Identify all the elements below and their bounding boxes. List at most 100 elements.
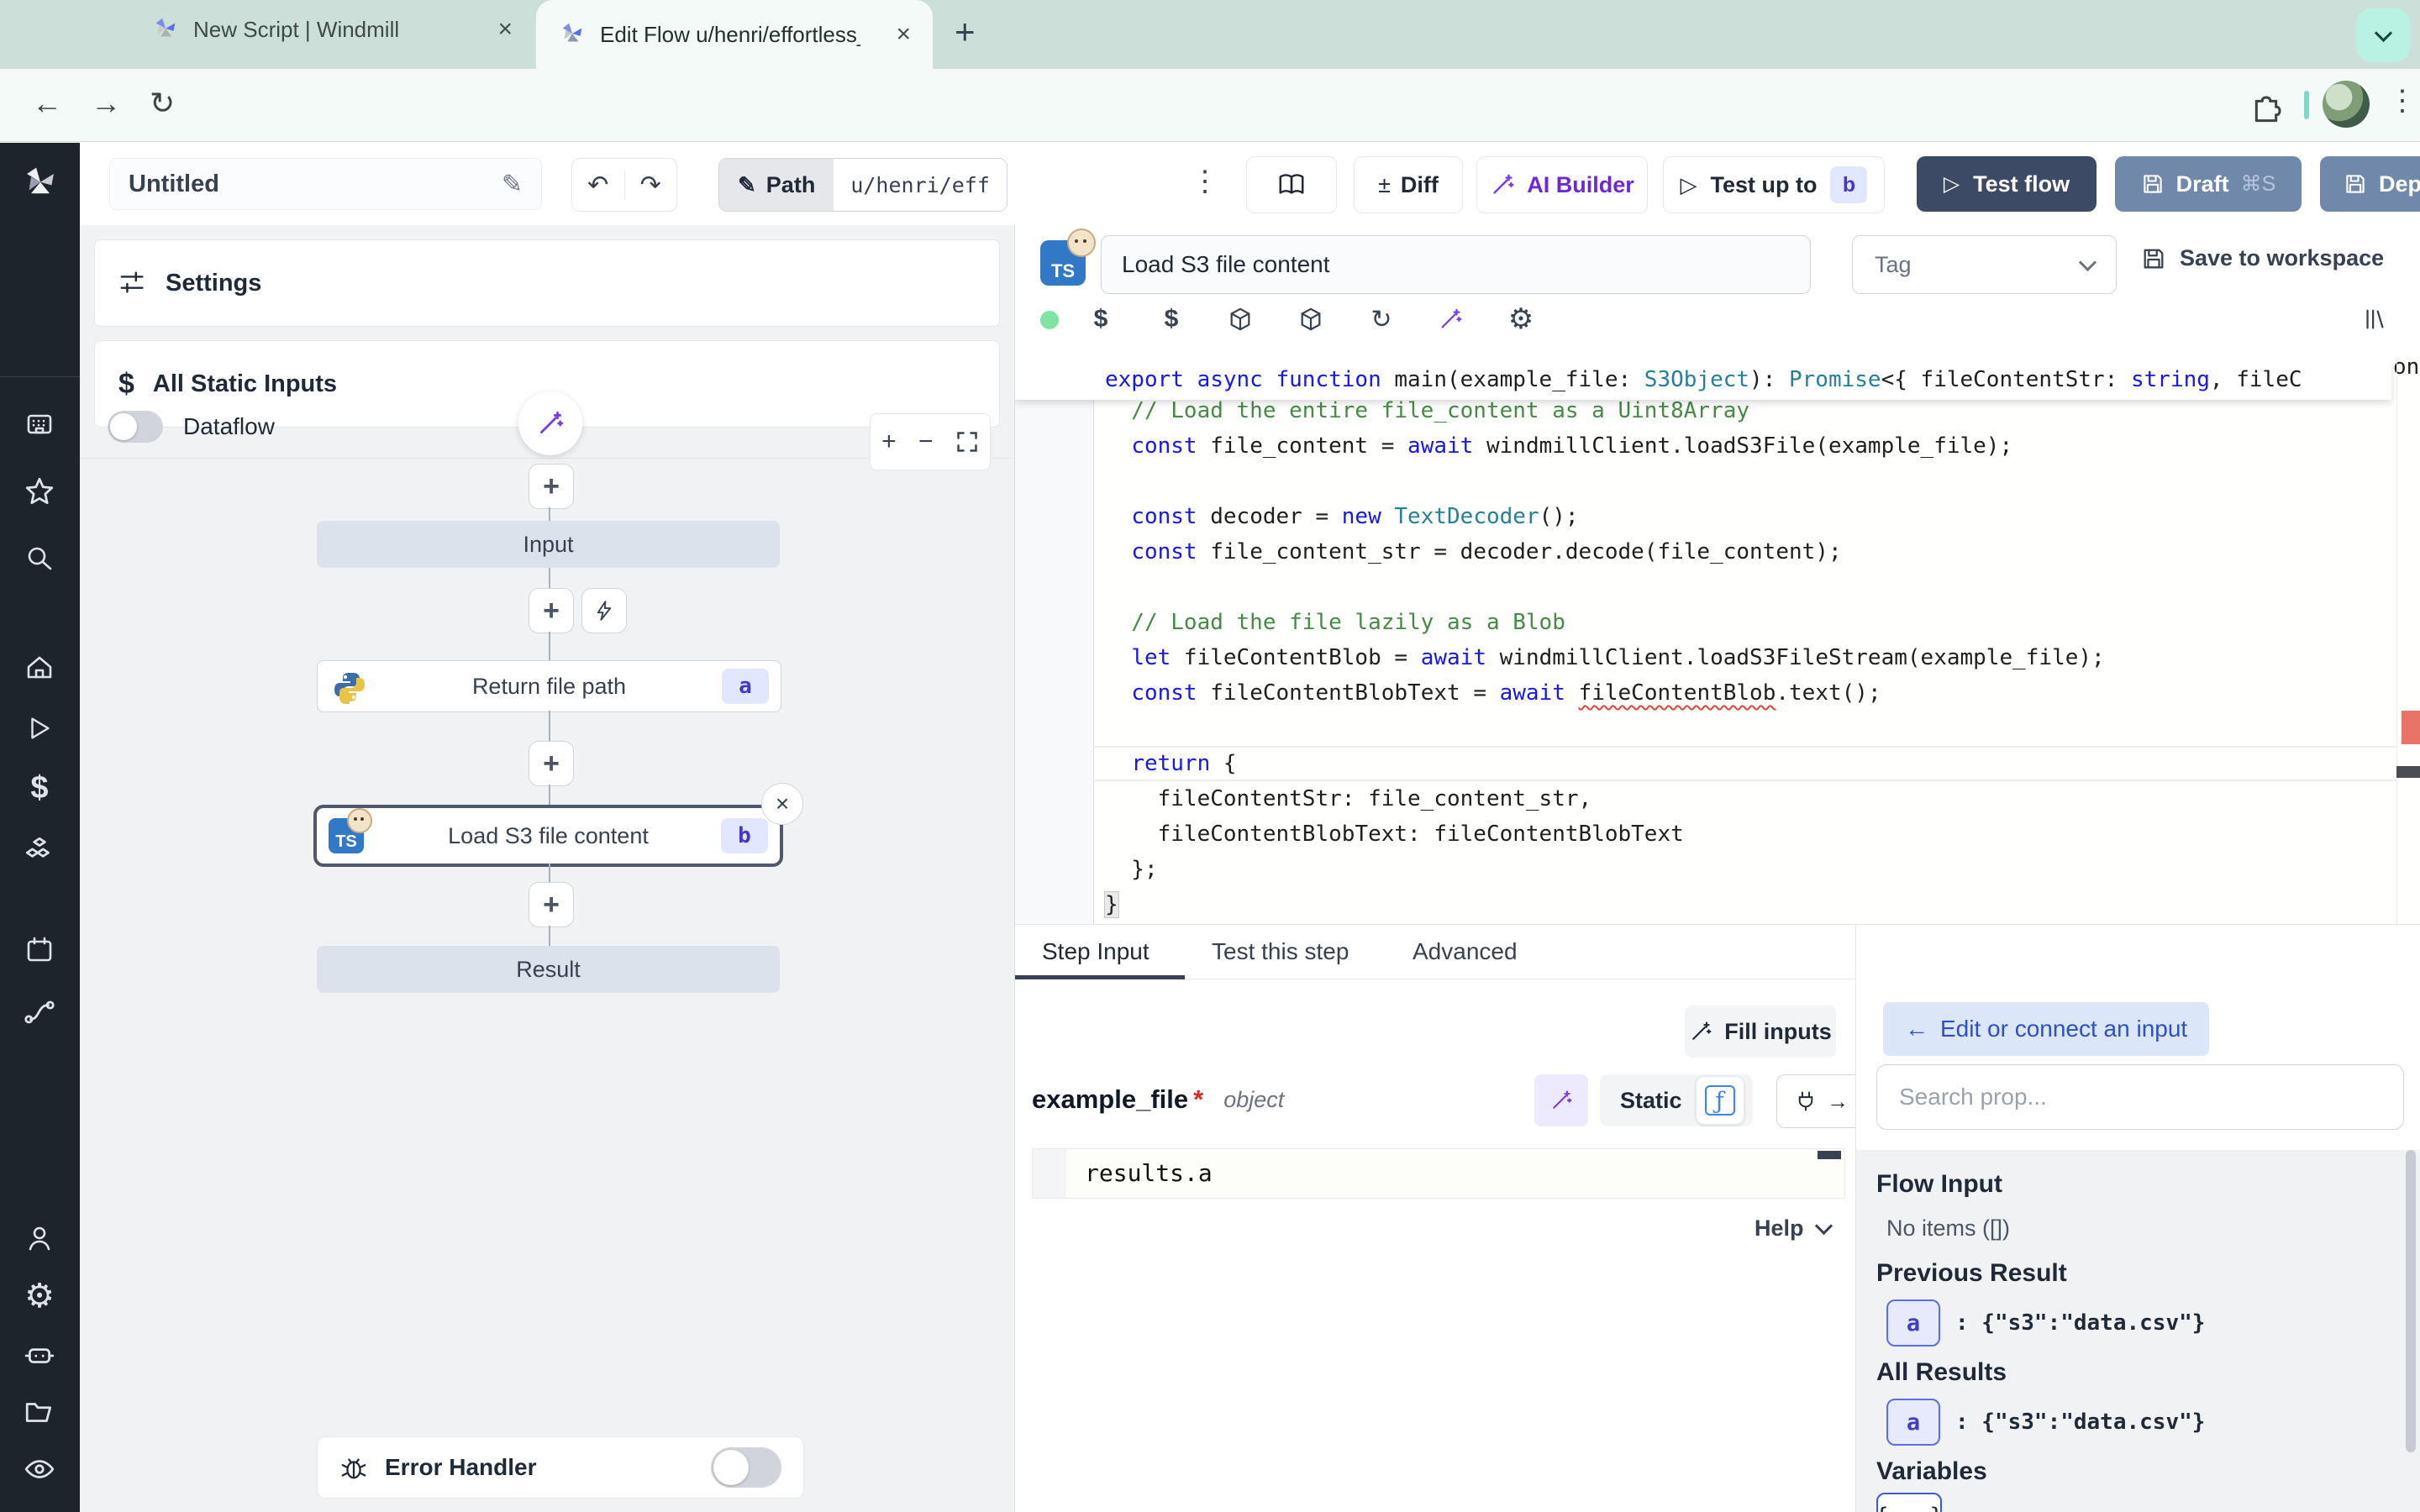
- variables-dollar-icon[interactable]: $: [1153, 301, 1190, 338]
- path-value[interactable]: u/henri/eff: [834, 159, 1007, 211]
- static-mode-label[interactable]: Static: [1620, 1088, 1682, 1114]
- back-icon[interactable]: ←: [32, 86, 62, 121]
- previous-result-heading: Previous Result: [1876, 1259, 2067, 1288]
- favorites-star-icon[interactable]: [20, 472, 59, 511]
- javascript-expr-mode-button[interactable]: ƒ: [1696, 1076, 1744, 1125]
- result-chip-a[interactable]: a: [1886, 1399, 1940, 1446]
- ai-flow-wand-button[interactable]: [518, 391, 582, 455]
- tag-select[interactable]: Tag: [1852, 235, 2117, 294]
- add-trigger-button[interactable]: [581, 588, 627, 633]
- browser-tab-inactive[interactable]: New Script | Windmill ×: [151, 15, 513, 44]
- reload-icon[interactable]: ↻: [1363, 301, 1400, 338]
- bun-icon: [1067, 228, 1096, 257]
- zoom-out-button[interactable]: −: [918, 428, 934, 456]
- more-options-kebab-icon[interactable]: ⋮: [1191, 165, 1219, 198]
- routes-icon[interactable]: [20, 993, 59, 1032]
- resources-cubes-icon[interactable]: [20, 832, 59, 870]
- help-toggle[interactable]: Help: [1754, 1215, 1830, 1242]
- apps-icon[interactable]: [20, 405, 59, 444]
- flow-node-input[interactable]: Input: [317, 521, 780, 568]
- folders-icon[interactable]: [20, 1393, 59, 1431]
- browser-profile-avatar[interactable]: [2323, 81, 2370, 128]
- tab-close-icon[interactable]: ×: [497, 15, 513, 44]
- ai-builder-button[interactable]: AI Builder: [1476, 156, 1648, 213]
- tab-advanced[interactable]: Advanced: [1413, 938, 1518, 965]
- tab-step-input[interactable]: Step Input: [1042, 938, 1150, 965]
- editor-gutter: [1015, 360, 1094, 924]
- ai-fill-wand-button[interactable]: [1534, 1074, 1588, 1126]
- package-icon[interactable]: [1222, 301, 1259, 338]
- forward-icon[interactable]: →: [91, 86, 121, 121]
- step-editor-area: TS Load S3 file content Tag Save to work…: [1015, 225, 2420, 1512]
- deploy-button[interactable]: Deploy: [2320, 156, 2420, 212]
- fullscreen-icon[interactable]: [955, 430, 979, 454]
- flow-node-result[interactable]: Result: [317, 946, 780, 993]
- add-step-button[interactable]: +: [529, 741, 574, 786]
- props-pane: Flow Input No items ([]) Previous Result…: [1856, 1150, 2420, 1512]
- test-up-to-button[interactable]: ▷ Test up to b: [1663, 156, 1885, 213]
- add-step-button[interactable]: +: [529, 464, 574, 509]
- expression-input[interactable]: results.a: [1032, 1148, 1845, 1199]
- connect-input-button[interactable]: →: [1776, 1074, 1867, 1128]
- add-step-button[interactable]: +: [529, 882, 574, 927]
- editor-settings-gear-icon[interactable]: ⚙: [1502, 301, 1539, 338]
- panel-scrollbar[interactable]: [2406, 1150, 2416, 1452]
- sidebar-divider: [0, 376, 80, 377]
- extensions-puzzle-icon[interactable]: [2249, 87, 2284, 123]
- flow-settings-button[interactable]: Settings: [94, 239, 1000, 327]
- undo-icon[interactable]: ↶: [572, 171, 625, 200]
- draft-button[interactable]: Draft ⌘S: [2115, 156, 2302, 212]
- library-icon[interactable]: [2356, 301, 2393, 338]
- edit-or-connect-button[interactable]: ← Edit or connect an input: [1883, 1002, 2209, 1056]
- package-icon[interactable]: [1292, 301, 1329, 338]
- browser-menu-kebab-icon[interactable]: ⋮: [2388, 84, 2417, 118]
- variables-dollar-icon[interactable]: $: [20, 769, 59, 807]
- assets-dollar-icon[interactable]: $: [1082, 301, 1119, 338]
- runs-play-icon[interactable]: [20, 709, 59, 748]
- user-icon[interactable]: [20, 1220, 59, 1258]
- previous-result-row[interactable]: a : {"s3":"data.csv"}: [1886, 1299, 2205, 1347]
- fill-inputs-button[interactable]: Fill inputs: [1685, 1005, 1836, 1058]
- result-chip-a[interactable]: a: [1886, 1299, 1940, 1347]
- variables-chip[interactable]: {...}: [1876, 1493, 1942, 1512]
- tab-test-this-step[interactable]: Test this step: [1212, 938, 1349, 965]
- tab-close-icon[interactable]: ×: [896, 20, 911, 49]
- edit-pencil-icon[interactable]: ✎: [502, 170, 523, 199]
- dataflow-toggle[interactable]: [108, 411, 163, 443]
- home-icon[interactable]: [20, 648, 59, 687]
- workers-robot-icon[interactable]: [20, 1336, 59, 1374]
- test-flow-button[interactable]: ▷ Test flow: [1917, 156, 2096, 212]
- diff-button[interactable]: ± Diff: [1354, 156, 1463, 213]
- schedules-calendar-icon[interactable]: [20, 931, 59, 969]
- redo-icon[interactable]: ↷: [625, 171, 677, 200]
- browser-updates-chevron-button[interactable]: [2356, 8, 2410, 62]
- save-floppy-icon: [2141, 172, 2165, 196]
- step-name-input[interactable]: Load S3 file content: [1101, 235, 1811, 294]
- browser-tab-active[interactable]: Edit Flow u/henri/effortless_fl ×: [536, 0, 933, 69]
- search-icon[interactable]: [20, 539, 59, 578]
- dataflow-label: Dataflow: [183, 413, 275, 440]
- save-to-workspace-button[interactable]: Save to workspace: [2141, 245, 2384, 271]
- windmill-app-logo[interactable]: [22, 165, 59, 202]
- zoom-in-button[interactable]: +: [881, 428, 897, 456]
- all-results-row[interactable]: a : {"s3":"data.csv"}: [1886, 1399, 2205, 1446]
- code-segment: S3Object: [1644, 367, 1749, 392]
- code-line: const file_content_str = decoder.decode(…: [1095, 534, 2397, 570]
- flow-node-b-selected[interactable]: TS Load S3 file content b ×: [313, 805, 783, 867]
- remove-step-button[interactable]: ×: [761, 783, 803, 825]
- audit-eye-icon[interactable]: [20, 1450, 59, 1488]
- error-handler-toggle[interactable]: [711, 1447, 781, 1488]
- path-group[interactable]: ✎Path u/henri/eff: [718, 158, 1007, 212]
- scrollbar-thumb[interactable]: [2396, 766, 2420, 778]
- docs-book-button[interactable]: [1246, 156, 1337, 213]
- ai-wand-icon[interactable]: [1432, 301, 1469, 338]
- new-tab-button[interactable]: +: [955, 12, 976, 52]
- flow-node-a[interactable]: Return file path a: [317, 660, 781, 712]
- search-prop-input[interactable]: [1876, 1064, 2404, 1130]
- flow-title-field[interactable]: Untitled ✎: [109, 158, 542, 210]
- settings-gear-icon[interactable]: ⚙: [20, 1277, 59, 1315]
- add-step-button[interactable]: +: [529, 588, 574, 633]
- code-segment: const: [1131, 504, 1197, 529]
- code-editor[interactable]: // Load the entire file_content as a Uin…: [1015, 360, 2420, 924]
- reload-icon[interactable]: ↻: [150, 86, 175, 121]
